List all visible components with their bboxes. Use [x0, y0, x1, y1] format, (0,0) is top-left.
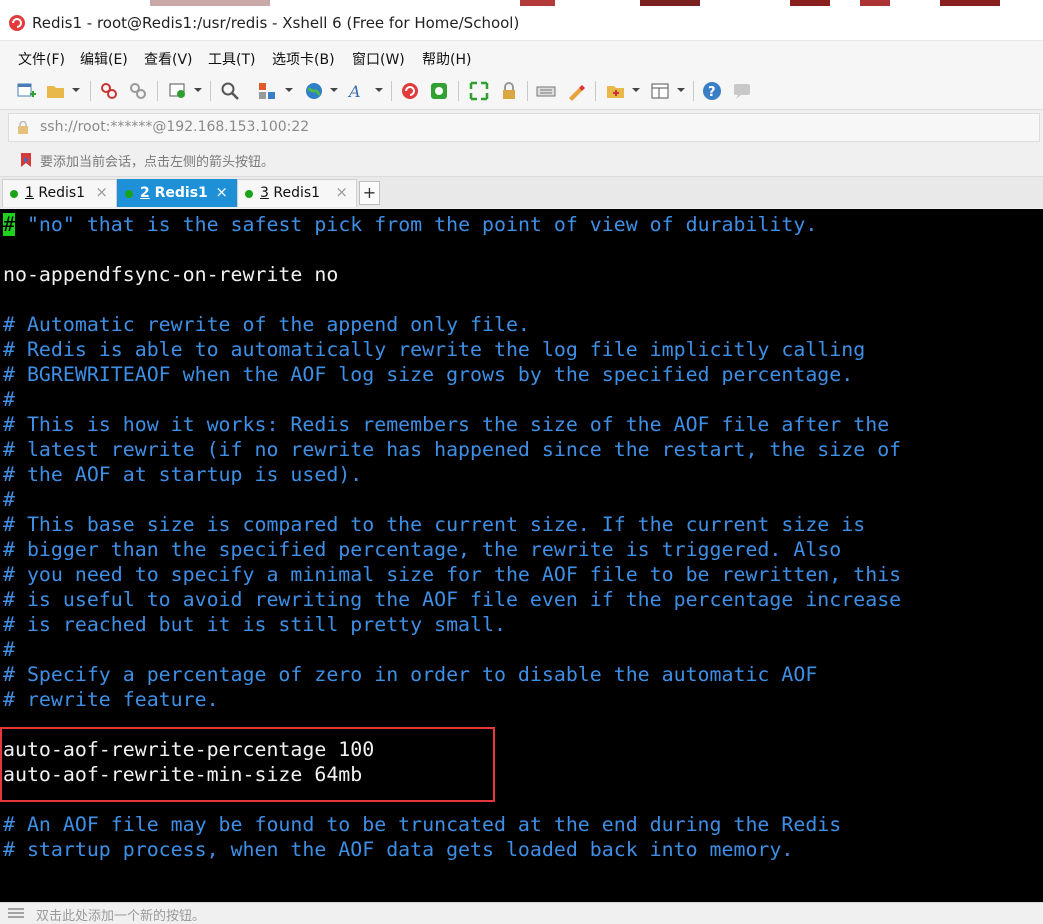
toolbar-separator — [90, 81, 91, 101]
quick-command-bar[interactable]: 双击此处添加一个新的按钮。 — [0, 902, 1043, 924]
terminal-line: # rewrite feature. — [3, 688, 219, 711]
new-tab-button[interactable]: + — [359, 181, 380, 205]
terminal-line: # This is how it works: Redis remembers … — [3, 413, 890, 436]
chat-icon[interactable] — [732, 81, 752, 101]
connected-status-icon — [125, 190, 133, 198]
menu-bar: 文件(F) 编辑(E) 查看(V) 工具(T) 选项卡(B) 窗口(W) 帮助(… — [0, 41, 1043, 73]
tab-close-icon[interactable]: × — [95, 183, 108, 201]
disconnect-icon[interactable] — [99, 81, 119, 101]
menu-icon[interactable] — [8, 908, 24, 918]
xftp-icon[interactable] — [429, 81, 449, 101]
lock-icon[interactable] — [499, 81, 519, 101]
highlight-icon[interactable] — [566, 81, 586, 101]
hint-bar: 要添加当前会话，点击左侧的箭头按钮。 — [0, 144, 1043, 177]
menu-tools[interactable]: 工具(T) — [208, 49, 255, 69]
terminal-line: # startup process, when the AOF data get… — [3, 838, 794, 861]
terminal-line: # Redis is able to automatically rewrite… — [3, 338, 866, 361]
tab-bar: 1 Redis1 × 2 Redis1 × 3 Redis1 × + — [0, 177, 1043, 208]
help-icon[interactable]: ? — [702, 81, 722, 101]
svg-text:?: ? — [708, 85, 716, 100]
open-dropdown-icon[interactable] — [72, 88, 80, 92]
terminal-line: # latest rewrite (if no rewrite has happ… — [3, 438, 902, 461]
terminal-line: # Specify a percentage of zero in order … — [3, 663, 818, 686]
globe-icon[interactable] — [304, 81, 324, 101]
open-folder-icon[interactable] — [46, 81, 66, 101]
toolbar-separator — [693, 81, 694, 101]
find-icon[interactable] — [220, 81, 240, 101]
menu-tabs[interactable]: 选项卡(B) — [272, 49, 335, 69]
reconnect-icon[interactable] — [128, 81, 148, 101]
terminal-line: # "no" that is the safest pick from the … — [3, 213, 818, 236]
tab-label: 2 Redis1 — [140, 185, 208, 201]
address-value: ssh://root:******@192.168.153.100:22 — [40, 119, 310, 135]
address-bar: ssh://root:******@192.168.153.100:22 — [0, 110, 1043, 143]
toolbar-separator — [391, 81, 392, 101]
xshell-icon[interactable] — [400, 81, 420, 101]
menu-view[interactable]: 查看(V) — [144, 49, 193, 69]
lock-icon — [18, 121, 28, 134]
tab-label: 3 Redis1 — [260, 185, 321, 201]
menu-window[interactable]: 窗口(W) — [352, 49, 405, 69]
toolbar-separator — [595, 81, 596, 101]
toolbar-separator — [210, 81, 211, 101]
terminal-line: # — [3, 638, 15, 661]
terminal-line: # — [3, 388, 15, 411]
terminal-line: no-appendfsync-on-rewrite no — [3, 263, 339, 286]
quick-command-hint: 双击此处添加一个新的按钮。 — [36, 909, 206, 924]
font-icon[interactable]: A — [347, 81, 367, 101]
globe-dropdown-icon[interactable] — [330, 88, 338, 92]
properties-icon[interactable] — [168, 81, 188, 101]
layout-icon[interactable] — [650, 81, 670, 101]
properties-dropdown-icon[interactable] — [194, 88, 202, 92]
new-folder-icon[interactable] — [606, 81, 626, 101]
terminal-line: # — [3, 488, 15, 511]
tab-redis1-3[interactable]: 3 Redis1 × — [237, 179, 357, 207]
menu-edit[interactable]: 编辑(E) — [80, 49, 128, 69]
terminal-line: # is useful to avoid rewriting the AOF f… — [3, 588, 902, 611]
new-session-icon[interactable] — [16, 81, 36, 101]
layout-dropdown-icon[interactable] — [677, 88, 685, 92]
keyboard-icon[interactable] — [536, 81, 556, 101]
transfer-dropdown-icon[interactable] — [285, 88, 293, 92]
address-field[interactable]: ssh://root:******@192.168.153.100:22 — [8, 113, 1040, 142]
transfer-icon[interactable] — [257, 81, 277, 101]
terminal-line: # bigger than the specified percentage, … — [3, 538, 842, 561]
hint-text: 要添加当前会话，点击左侧的箭头按钮。 — [40, 155, 275, 170]
toolbar: A ? — [0, 73, 1043, 110]
terminal-line: # you need to specify a minimal size for… — [3, 563, 902, 586]
svg-text:A: A — [347, 82, 361, 101]
window-title: Redis1 - root@Redis1:/usr/redis - Xshell… — [32, 14, 520, 32]
xshell-app-icon — [9, 15, 25, 31]
highlight-box — [0, 727, 495, 802]
tab-close-icon[interactable]: × — [335, 183, 348, 201]
connected-status-icon — [10, 190, 18, 198]
menu-help[interactable]: 帮助(H) — [422, 49, 471, 69]
toolbar-separator — [157, 81, 158, 101]
font-dropdown-icon[interactable] — [375, 88, 383, 92]
tab-redis1-1[interactable]: 1 Redis1 × — [2, 179, 117, 207]
bookmark-arrow-icon[interactable] — [18, 152, 34, 168]
terminal-line: # the AOF at startup is used). — [3, 463, 363, 486]
new-folder-dropdown-icon[interactable] — [632, 88, 640, 92]
tab-redis1-2[interactable]: 2 Redis1 × — [117, 179, 237, 207]
connected-status-icon — [245, 190, 253, 198]
terminal-cursor: # — [3, 213, 15, 236]
tab-close-icon[interactable]: × — [215, 183, 228, 201]
toolbar-separator — [527, 81, 528, 101]
terminal[interactable]: # "no" that is the safest pick from the … — [0, 209, 1043, 902]
fullscreen-icon[interactable] — [469, 81, 489, 101]
menu-file[interactable]: 文件(F) — [18, 49, 65, 69]
toolbar-separator — [458, 81, 459, 101]
terminal-line: # Automatic rewrite of the append only f… — [3, 313, 530, 336]
terminal-line: # This base size is compared to the curr… — [3, 513, 866, 536]
terminal-line: # An AOF file may be found to be truncat… — [3, 813, 842, 836]
title-bar[interactable]: Redis1 - root@Redis1:/usr/redis - Xshell… — [0, 6, 1043, 41]
terminal-line: # is reached but it is still pretty smal… — [3, 613, 506, 636]
tab-label: 1 Redis1 — [25, 185, 86, 201]
terminal-line: # BGREWRITEAOF when the AOF log size gro… — [3, 363, 854, 386]
